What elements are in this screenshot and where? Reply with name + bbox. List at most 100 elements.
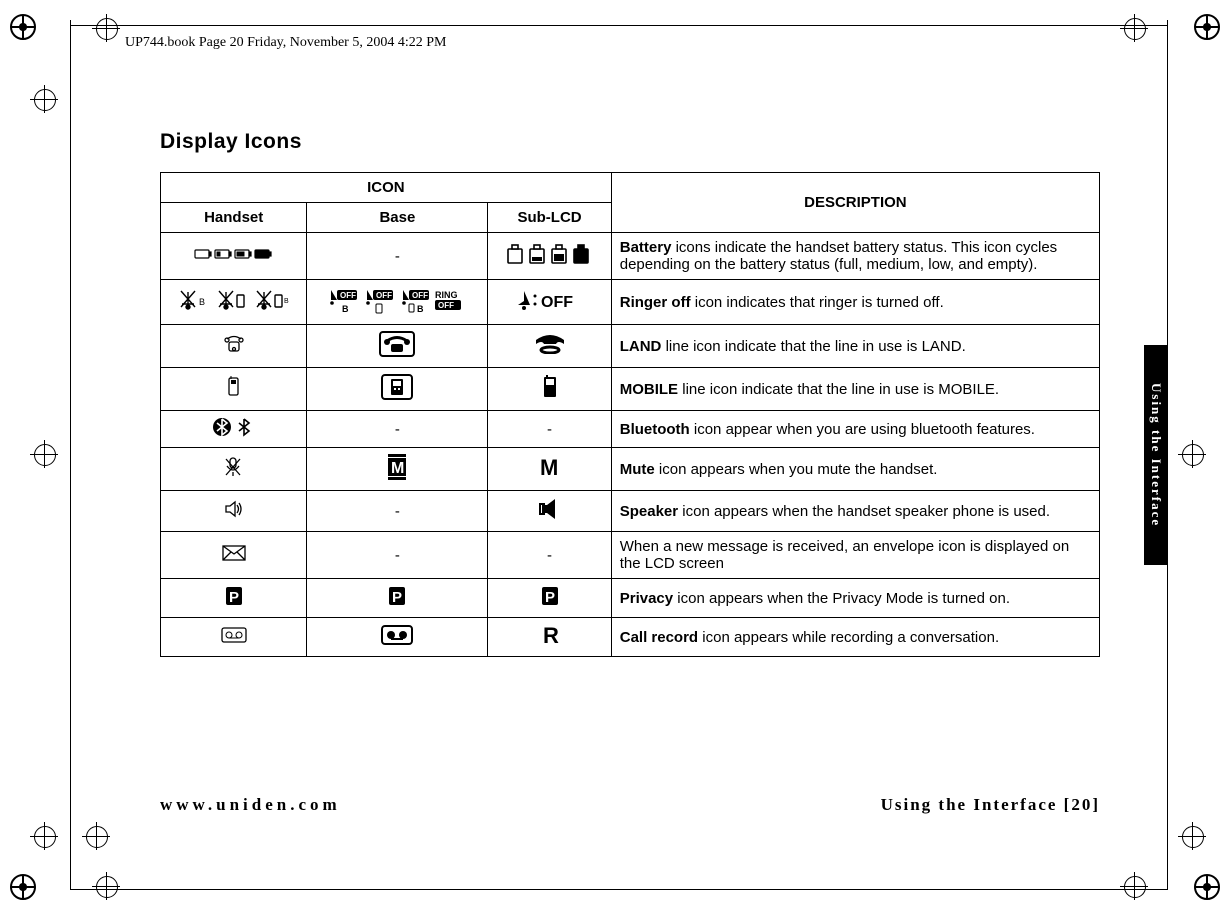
svg-text:OFF: OFF bbox=[541, 294, 573, 311]
speaker-handset-icon bbox=[223, 499, 245, 519]
page-footer: www.uniden.com Using the Interface [20] bbox=[160, 795, 1100, 815]
desc-text: icon appears when you mute the handset. bbox=[655, 461, 938, 478]
crosshair-icon bbox=[92, 14, 120, 42]
lead: Battery bbox=[620, 239, 672, 256]
lead: Mute bbox=[620, 461, 655, 478]
crosshair-icon bbox=[30, 85, 58, 113]
svg-text:P: P bbox=[545, 589, 555, 606]
envelope-handset-icon bbox=[222, 545, 246, 561]
mute-sublcd-icon: M bbox=[540, 456, 560, 478]
svg-text:P: P bbox=[392, 589, 402, 606]
privacy-base-icon: P bbox=[387, 585, 407, 607]
table-row: R Call record icon appears while recordi… bbox=[161, 618, 1100, 657]
cell-dash: - bbox=[488, 411, 611, 448]
lead: Privacy bbox=[620, 590, 673, 607]
svg-text:B: B bbox=[342, 304, 349, 314]
svg-text:OFF: OFF bbox=[340, 291, 356, 300]
table-row: - - Bluetooth icon appear when you are u… bbox=[161, 411, 1100, 448]
svg-text:RING: RING bbox=[435, 290, 458, 300]
table-row: M M Mute icon appears when you mute the … bbox=[161, 448, 1100, 491]
record-base-icon bbox=[381, 625, 413, 645]
page-content: Display Icons ICON DESCRIPTION Handset B… bbox=[160, 130, 1100, 657]
cell-dash: - bbox=[488, 532, 611, 579]
registration-mark-icon bbox=[10, 14, 36, 40]
svg-text:B: B bbox=[284, 298, 289, 305]
desc-text: icon appears when the Privacy Mode is tu… bbox=[673, 590, 1010, 607]
land-handset-icon bbox=[222, 333, 246, 355]
side-tab: Using the Interface bbox=[1144, 345, 1168, 565]
page-title: Display Icons bbox=[160, 130, 1100, 154]
speaker-sublcd-icon bbox=[538, 497, 562, 521]
ringer-off-handset-icon: B B bbox=[179, 287, 289, 313]
svg-text:OFF: OFF bbox=[376, 291, 392, 300]
desc-text: icons indicate the handset battery statu… bbox=[620, 239, 1057, 273]
crop-rule-bottom bbox=[70, 889, 1168, 890]
record-sublcd-icon: R bbox=[541, 624, 559, 646]
col-sublcd: Sub-LCD bbox=[488, 203, 611, 233]
mobile-base-icon bbox=[381, 374, 413, 400]
crosshair-icon bbox=[1120, 14, 1148, 42]
col-base: Base bbox=[307, 203, 488, 233]
desc-text: icon appears while recording a conversat… bbox=[698, 629, 999, 646]
battery-levels-icon bbox=[194, 247, 274, 261]
mobile-sublcd-icon bbox=[541, 375, 559, 399]
svg-text:OFF: OFF bbox=[412, 291, 428, 300]
cell-dash: - bbox=[307, 532, 488, 579]
lead: MOBILE bbox=[620, 381, 678, 398]
cell-dash: - bbox=[307, 411, 488, 448]
lead: Call record bbox=[620, 629, 698, 646]
desc-text: line icon indicate that the line in use … bbox=[678, 381, 999, 398]
svg-text:M: M bbox=[391, 460, 404, 477]
registration-mark-icon bbox=[1194, 874, 1220, 900]
lead: Ringer off bbox=[620, 294, 691, 311]
crop-rule-left bbox=[70, 20, 71, 890]
desc-text: icon indicates that ringer is turned off… bbox=[691, 294, 944, 311]
crosshair-icon bbox=[82, 822, 110, 850]
table-row: - Battery icons indicate the handset bat… bbox=[161, 233, 1100, 280]
record-handset-icon bbox=[221, 627, 247, 643]
land-base-icon bbox=[379, 331, 415, 357]
land-sublcd-icon bbox=[534, 334, 566, 354]
ringer-off-sublcd-icon: OFF bbox=[515, 289, 585, 311]
lead: Bluetooth bbox=[620, 421, 690, 438]
footer-right: Using the Interface [20] bbox=[881, 795, 1100, 815]
battery-sublcd-icon bbox=[506, 243, 594, 265]
framemaker-header: UP744.book Page 20 Friday, November 5, 2… bbox=[125, 35, 446, 51]
registration-mark-icon bbox=[1194, 14, 1220, 40]
svg-text:B: B bbox=[199, 297, 205, 307]
col-icon: ICON bbox=[161, 173, 612, 203]
footer-left: www.uniden.com bbox=[160, 795, 341, 815]
mute-handset-icon bbox=[223, 456, 245, 478]
svg-text:P: P bbox=[229, 589, 239, 606]
svg-text:R: R bbox=[543, 624, 559, 646]
table-row: B B OFFB OFF OFFB RINGOFF bbox=[161, 280, 1100, 325]
crosshair-icon bbox=[1178, 822, 1206, 850]
cell-dash: - bbox=[307, 491, 488, 532]
table-row: - - When a new message is received, an e… bbox=[161, 532, 1100, 579]
crop-rule-top bbox=[70, 25, 1168, 26]
table-row: MOBILE line icon indicate that the line … bbox=[161, 368, 1100, 411]
table-row: LAND line icon indicate that the line in… bbox=[161, 325, 1100, 368]
desc-text: icon appears when the handset speaker ph… bbox=[678, 503, 1050, 520]
privacy-handset-icon: P bbox=[224, 585, 244, 607]
mute-base-icon: M bbox=[384, 454, 410, 480]
desc-text: line icon indicate that the line in use … bbox=[661, 338, 965, 355]
crosshair-icon bbox=[30, 822, 58, 850]
col-handset: Handset bbox=[161, 203, 307, 233]
privacy-sublcd-icon: P bbox=[540, 585, 560, 607]
crosshair-icon bbox=[92, 872, 120, 900]
crosshair-icon bbox=[1120, 872, 1148, 900]
lead: Speaker bbox=[620, 503, 678, 520]
table-row: P P P Privacy icon appears when the Priv… bbox=[161, 579, 1100, 618]
cell-dash: - bbox=[307, 233, 488, 280]
bluetooth-handset-icon bbox=[212, 417, 256, 437]
lead: LAND bbox=[620, 338, 662, 355]
desc-text: icon appear when you are using bluetooth… bbox=[690, 421, 1035, 438]
registration-mark-icon bbox=[10, 874, 36, 900]
crosshair-icon bbox=[30, 440, 58, 468]
desc-text: When a new message is received, an envel… bbox=[620, 538, 1069, 572]
svg-text:OFF: OFF bbox=[438, 301, 454, 310]
ringer-off-base-icon: OFFB OFF OFFB RINGOFF bbox=[327, 286, 467, 314]
mobile-handset-icon bbox=[226, 376, 242, 398]
table-row: - Speaker icon appears when the handset … bbox=[161, 491, 1100, 532]
